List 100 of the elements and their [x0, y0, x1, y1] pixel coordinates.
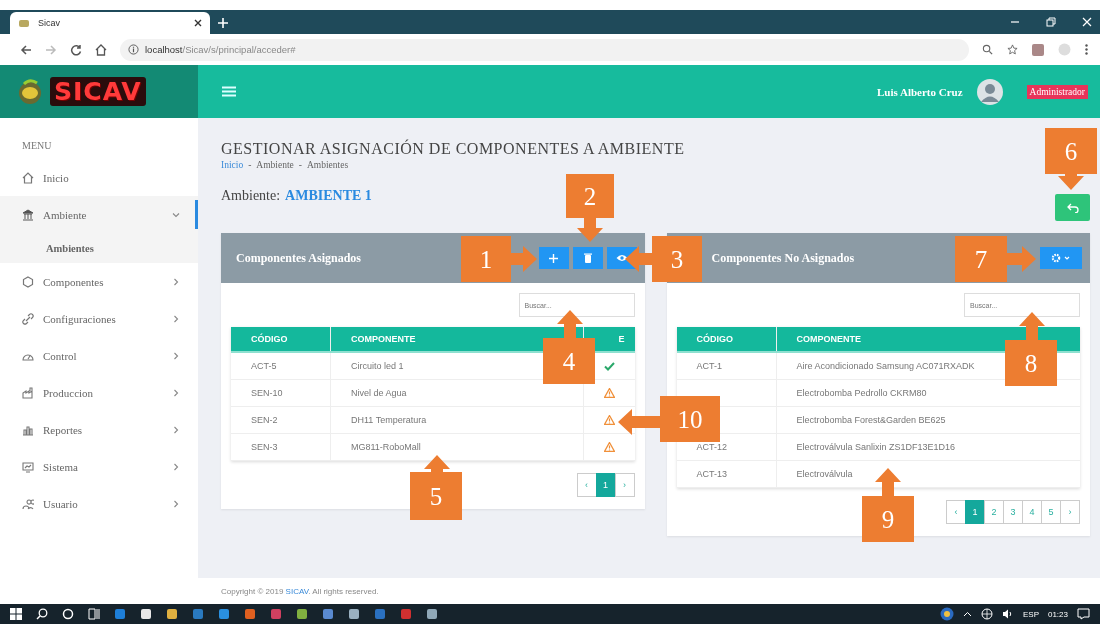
gear-caret-icon [1051, 253, 1071, 263]
page-title: GESTIONAR ASIGNACIÓN DE COMPONENTES A AMBIENTE [221, 140, 685, 158]
taskbar-app-icon[interactable] [296, 608, 308, 620]
table-cell: DH11 Temperatura [351, 415, 427, 425]
address-field[interactable]: localhost/Sicav/s/principal/acceder# [120, 38, 969, 61]
table-cell: Electrobomba Forest&Garden BE625 [796, 415, 946, 425]
bar-chart-icon [22, 423, 34, 436]
factory-icon [22, 386, 34, 399]
clock-text[interactable]: 01:23 [1047, 609, 1068, 619]
logo-text[interactable]: SICAV [50, 77, 146, 106]
search-icon[interactable] [36, 608, 48, 620]
column-header: CÓDIGO [231, 327, 331, 351]
browser-tab[interactable]: Sicav [10, 12, 210, 34]
page-button[interactable]: 2 [984, 500, 1004, 524]
chevron-right-icon [172, 314, 180, 323]
new-tab-icon[interactable] [218, 18, 228, 28]
add-button[interactable] [538, 247, 569, 269]
page-button[interactable]: 1 [965, 500, 985, 524]
page-icon [18, 18, 30, 28]
avatar-icon[interactable] [976, 78, 1003, 105]
sidebar-item[interactable]: Reportes [0, 411, 198, 448]
table-cell: ACT-12 [696, 442, 727, 452]
return-arrow-icon [1066, 202, 1079, 213]
home-icon [22, 171, 34, 184]
reload-icon[interactable] [70, 43, 82, 56]
taskbar-app-icon[interactable] [426, 608, 438, 620]
close-icon[interactable] [194, 19, 202, 27]
sidebar-item[interactable]: Usuario [0, 485, 198, 522]
link-icon [22, 312, 34, 325]
sidebar-item[interactable]: Sistema [0, 448, 198, 485]
submenu-item[interactable]: Ambientes [0, 233, 198, 263]
warning-icon [603, 415, 615, 425]
back-icon[interactable] [20, 43, 32, 56]
chevron-right-icon [172, 277, 180, 286]
next-page-button[interactable]: › [614, 473, 635, 497]
active-indicator [195, 200, 198, 229]
chevron-down-icon [172, 210, 180, 219]
eye-icon [615, 254, 628, 262]
home-icon[interactable] [95, 43, 107, 56]
help-icon[interactable] [939, 607, 954, 621]
star-icon[interactable] [1007, 44, 1018, 55]
page-button[interactable]: 5 [1041, 500, 1061, 524]
menu-heading: MENU [21, 140, 53, 153]
page-button[interactable]: 4 [1022, 500, 1042, 524]
network-icon[interactable] [980, 608, 993, 620]
breadcrumb-item: Ambientes [307, 160, 349, 170]
users-icon [22, 497, 34, 510]
previous-page-button[interactable]: ‹ [576, 473, 597, 497]
sidebar-item[interactable]: Ambiente [0, 196, 198, 233]
table-cell: Circuito led 1 [351, 361, 404, 371]
chevron-right-icon [172, 388, 180, 397]
copyright-text: Copyright © 2019 SICAV. All rights reserved. [221, 586, 379, 596]
info-icon [128, 44, 139, 55]
warning-icon [603, 388, 615, 398]
menu-icon[interactable] [1085, 44, 1088, 55]
page-button[interactable]: 1 [595, 473, 616, 497]
chevron-right-icon [172, 351, 180, 360]
column-header: CÓDIGO [676, 327, 777, 351]
sidebar-item[interactable]: Control [0, 337, 198, 374]
zoom-icon[interactable] [982, 44, 993, 55]
circle-icon[interactable] [62, 608, 74, 620]
column-header: COMPONENTE [795, 333, 862, 346]
sidebar-item[interactable]: Inicio [0, 159, 198, 196]
language-indicator[interactable]: ESP [1022, 609, 1039, 619]
ambiente-label: Ambiente: [221, 188, 281, 204]
speaker-icon[interactable] [1001, 608, 1014, 620]
taskbar-app-icon[interactable] [140, 608, 152, 620]
table-cell: Electrobomba Pedrollo CKRM80 [796, 388, 927, 398]
table-cell: Electroválvula [796, 469, 853, 479]
panel-title: Componentes Asignados [236, 250, 362, 266]
plus-icon [549, 253, 558, 263]
chevron-up-icon[interactable] [962, 611, 972, 617]
sidebar-item[interactable]: Produccion [0, 374, 198, 411]
notification-icon[interactable] [1077, 608, 1090, 620]
taskbar-app-icon[interactable] [348, 608, 360, 620]
breadcrumb-item[interactable]: Inicio [221, 160, 244, 170]
table-cell: SEN-2 [251, 415, 278, 425]
table-cell: Electroválvula Sanlixin ZS1DF13E1D16 [796, 442, 956, 452]
chevron-right-icon [172, 499, 180, 508]
restore-icon[interactable] [1046, 17, 1056, 27]
breadcrumb-item: Ambiente [256, 160, 294, 170]
settings-dropdown-button[interactable] [1040, 247, 1082, 269]
sidebar-item[interactable]: Componentes [0, 263, 198, 300]
extension-icon[interactable] [1032, 43, 1044, 56]
table-cell: ACT-13 [696, 469, 727, 479]
delete-button[interactable] [572, 247, 603, 269]
check-icon [603, 361, 615, 371]
chevron-right-icon [172, 425, 180, 434]
taskbar-app-icon[interactable] [166, 608, 178, 620]
previous-page-button[interactable]: ‹ [946, 500, 966, 524]
sidebar-item[interactable]: Configuraciones [0, 300, 198, 337]
bank-icon [22, 208, 34, 221]
task-view-icon[interactable] [88, 608, 100, 620]
next-page-button[interactable]: › [1060, 500, 1080, 524]
page-button[interactable]: 3 [1003, 500, 1023, 524]
windows-start-icon[interactable] [10, 608, 22, 620]
warning-icon [603, 442, 615, 452]
table-cell: ACT-5 [251, 361, 277, 371]
table-cell: ACT-1 [696, 361, 722, 371]
panel-title: Componentes No Asignados [710, 250, 855, 266]
